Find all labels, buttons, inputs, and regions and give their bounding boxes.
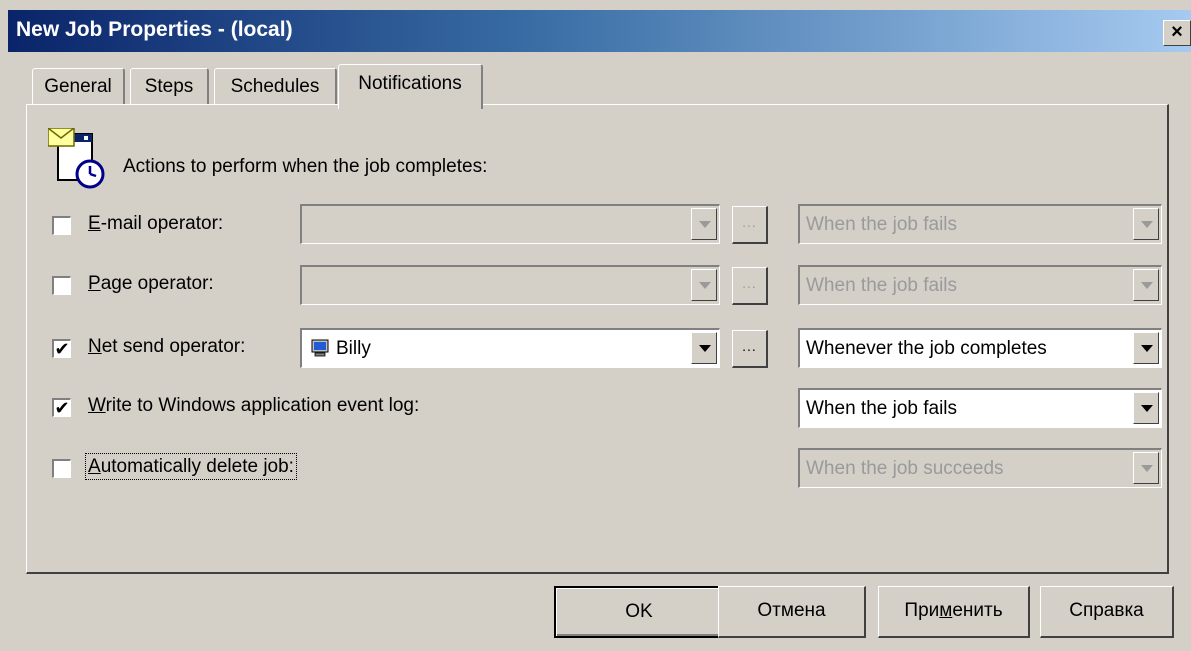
help-button[interactable]: Справка <box>1040 586 1174 638</box>
tab-schedules[interactable]: Schedules <box>214 68 337 105</box>
auto-delete-condition-select[interactable]: When the job succeeds <box>798 448 1162 488</box>
auto-delete-checkbox[interactable] <box>52 459 71 478</box>
section-label: Actions to perform when the job complete… <box>123 156 488 177</box>
apply-button[interactable]: Применить <box>878 586 1030 638</box>
title-bar: New Job Properties - (local) × <box>8 10 1191 52</box>
net-send-operator-select[interactable]: Billy <box>300 328 720 368</box>
net-send-operator-browse-button[interactable]: ... <box>732 330 768 368</box>
chevron-down-icon[interactable] <box>1133 269 1159 301</box>
tab-general[interactable]: General <box>32 68 125 105</box>
chevron-down-icon[interactable] <box>1133 392 1159 424</box>
cancel-button[interactable]: Отмена <box>718 586 866 638</box>
close-button[interactable]: × <box>1163 20 1191 46</box>
page-operator-checkbox[interactable] <box>52 276 71 295</box>
event-log-label: Write to Windows application event log: <box>88 395 420 416</box>
mail-clock-icon <box>48 128 105 189</box>
chevron-down-icon[interactable] <box>691 269 717 301</box>
tab-notifications[interactable]: Notifications <box>338 64 483 109</box>
ok-button[interactable]: OK <box>554 586 724 638</box>
email-operator-browse-button[interactable]: ... <box>732 206 768 244</box>
dialog-window: New Job Properties - (local) × General S… <box>0 0 1191 651</box>
net-send-operator-label: Net send operator: <box>88 336 246 357</box>
page-condition-select[interactable]: When the job fails <box>798 265 1162 305</box>
chevron-down-icon[interactable] <box>691 332 717 364</box>
computer-icon <box>311 339 329 357</box>
chevron-down-icon[interactable] <box>1133 452 1159 484</box>
page-operator-browse-button[interactable]: ... <box>732 267 768 305</box>
event-log-condition-select[interactable]: When the job fails <box>798 388 1162 428</box>
tab-steps[interactable]: Steps <box>130 68 209 105</box>
email-condition-select[interactable]: When the job fails <box>798 204 1162 244</box>
email-operator-label: E-mail operator: <box>88 213 224 234</box>
page-operator-select[interactable] <box>300 265 720 305</box>
page-operator-label: Page operator: <box>88 273 214 294</box>
auto-delete-label: Automatically delete job: <box>85 453 297 480</box>
net-send-condition-select[interactable]: Whenever the job completes <box>798 328 1162 368</box>
chevron-down-icon[interactable] <box>1133 332 1159 364</box>
email-operator-select[interactable] <box>300 204 720 244</box>
event-log-checkbox[interactable]: ✔ <box>52 398 71 417</box>
email-operator-checkbox[interactable] <box>52 216 71 235</box>
window-title: New Job Properties - (local) <box>16 18 293 41</box>
chevron-down-icon[interactable] <box>1133 208 1159 240</box>
chevron-down-icon[interactable] <box>691 208 717 240</box>
net-send-operator-checkbox[interactable]: ✔ <box>52 339 71 358</box>
